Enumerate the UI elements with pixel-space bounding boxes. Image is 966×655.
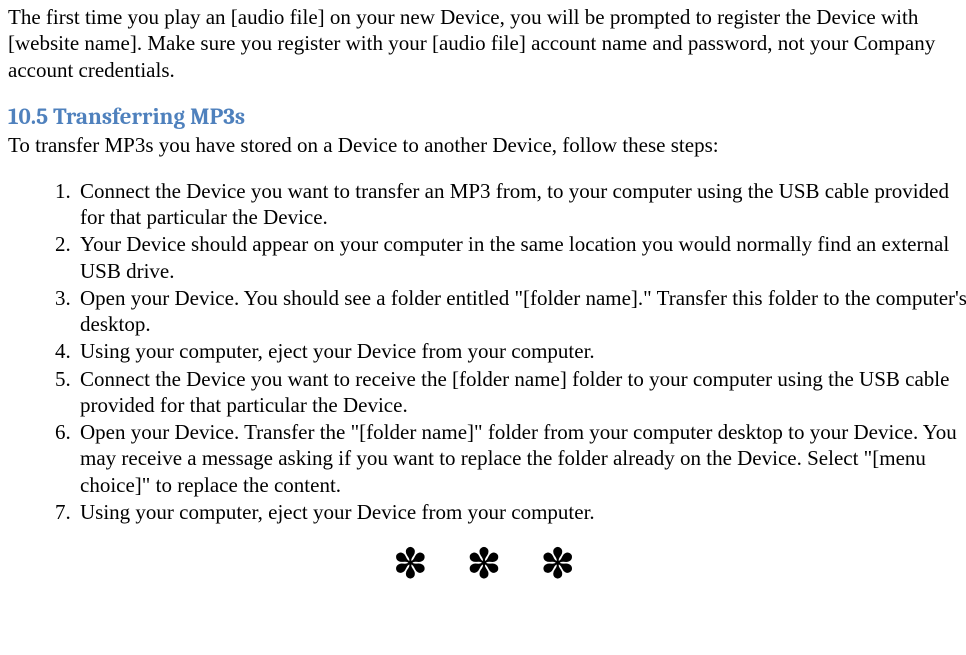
list-item: Using your computer, eject your Device f… xyxy=(76,499,966,525)
section-heading: 10.5 Transferring MP3s xyxy=(8,103,966,132)
list-item: Open your Device. Transfer the "[folder … xyxy=(76,419,966,498)
list-item: Your Device should appear on your comput… xyxy=(76,231,966,284)
section-separator: ✽ ✽ ✽ xyxy=(8,539,966,592)
list-item: Using your computer, eject your Device f… xyxy=(76,338,966,364)
intro-paragraph: The first time you play an [audio file] … xyxy=(8,4,966,83)
list-item: Open your Device. You should see a folde… xyxy=(76,285,966,338)
list-item: Connect the Device you want to transfer … xyxy=(76,178,966,231)
section-intro: To transfer MP3s you have stored on a De… xyxy=(8,132,966,158)
list-item: Connect the Device you want to receive t… xyxy=(76,366,966,419)
steps-list: Connect the Device you want to transfer … xyxy=(8,178,966,525)
